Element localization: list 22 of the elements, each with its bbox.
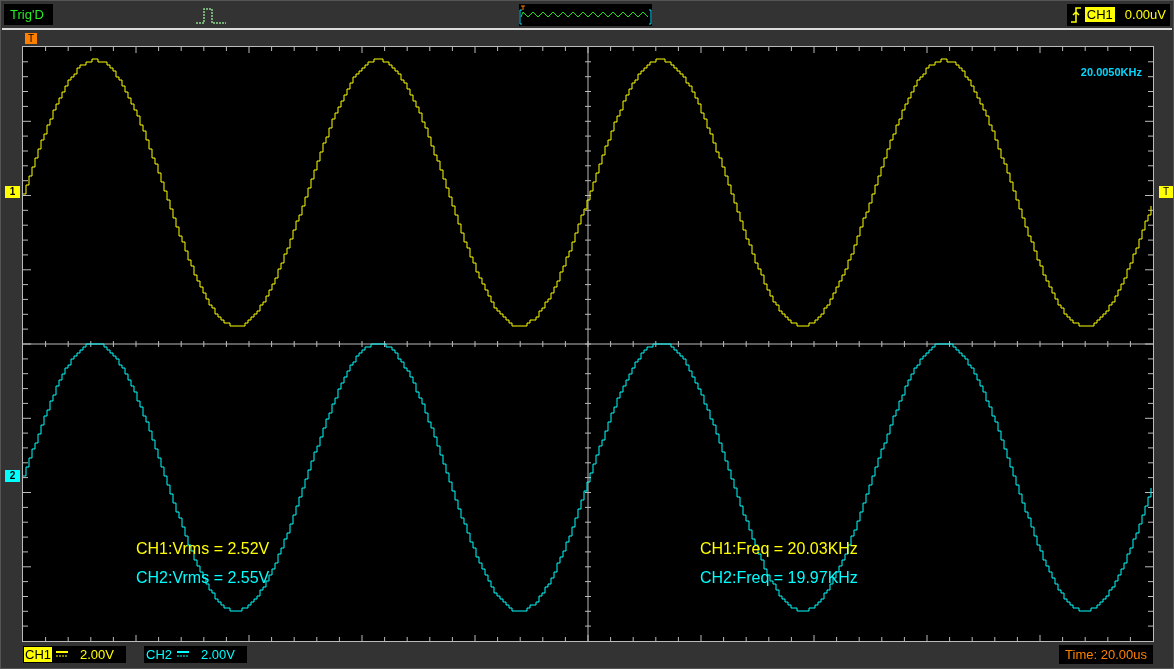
measurement-readout: CH1:Vrms = 2.52V [136, 539, 270, 558]
trigger-position-marker[interactable]: T [25, 32, 38, 44]
channel-marker[interactable]: 2 [5, 470, 20, 482]
measurement-readout: CH1:Freq = 20.03KHz [700, 539, 858, 558]
frequency-readout: 20.0050KHz [1080, 66, 1142, 78]
pulse-icon [196, 6, 226, 25]
channel-scale: 2.00V [80, 646, 114, 662]
channel-name: CH2 [145, 646, 173, 662]
timebase-readout: Time: 20.00us [1059, 644, 1153, 664]
rising-edge-icon [1070, 5, 1081, 24]
measurement-readout: CH2:Vrms = 2.55V [136, 568, 270, 587]
channel-scale-readout[interactable]: CH2 2.00V [144, 645, 247, 663]
trigger-channel: CH1 [1084, 7, 1115, 22]
trigger-level: 0.00uV [1124, 7, 1166, 22]
waveform-overview[interactable] [519, 3, 652, 26]
trigger-level-marker[interactable]: T [1158, 186, 1173, 198]
trigger-status: Trig'D [4, 4, 53, 25]
channel-name: CH1 [24, 646, 52, 662]
channel-scale: 2.00V [201, 646, 235, 662]
channel-scale-readout[interactable]: CH1 2.00V [23, 645, 126, 663]
channel-marker[interactable]: 1 [5, 186, 20, 198]
measurement-readout: CH2:Freq = 19.97KHz [700, 568, 858, 587]
